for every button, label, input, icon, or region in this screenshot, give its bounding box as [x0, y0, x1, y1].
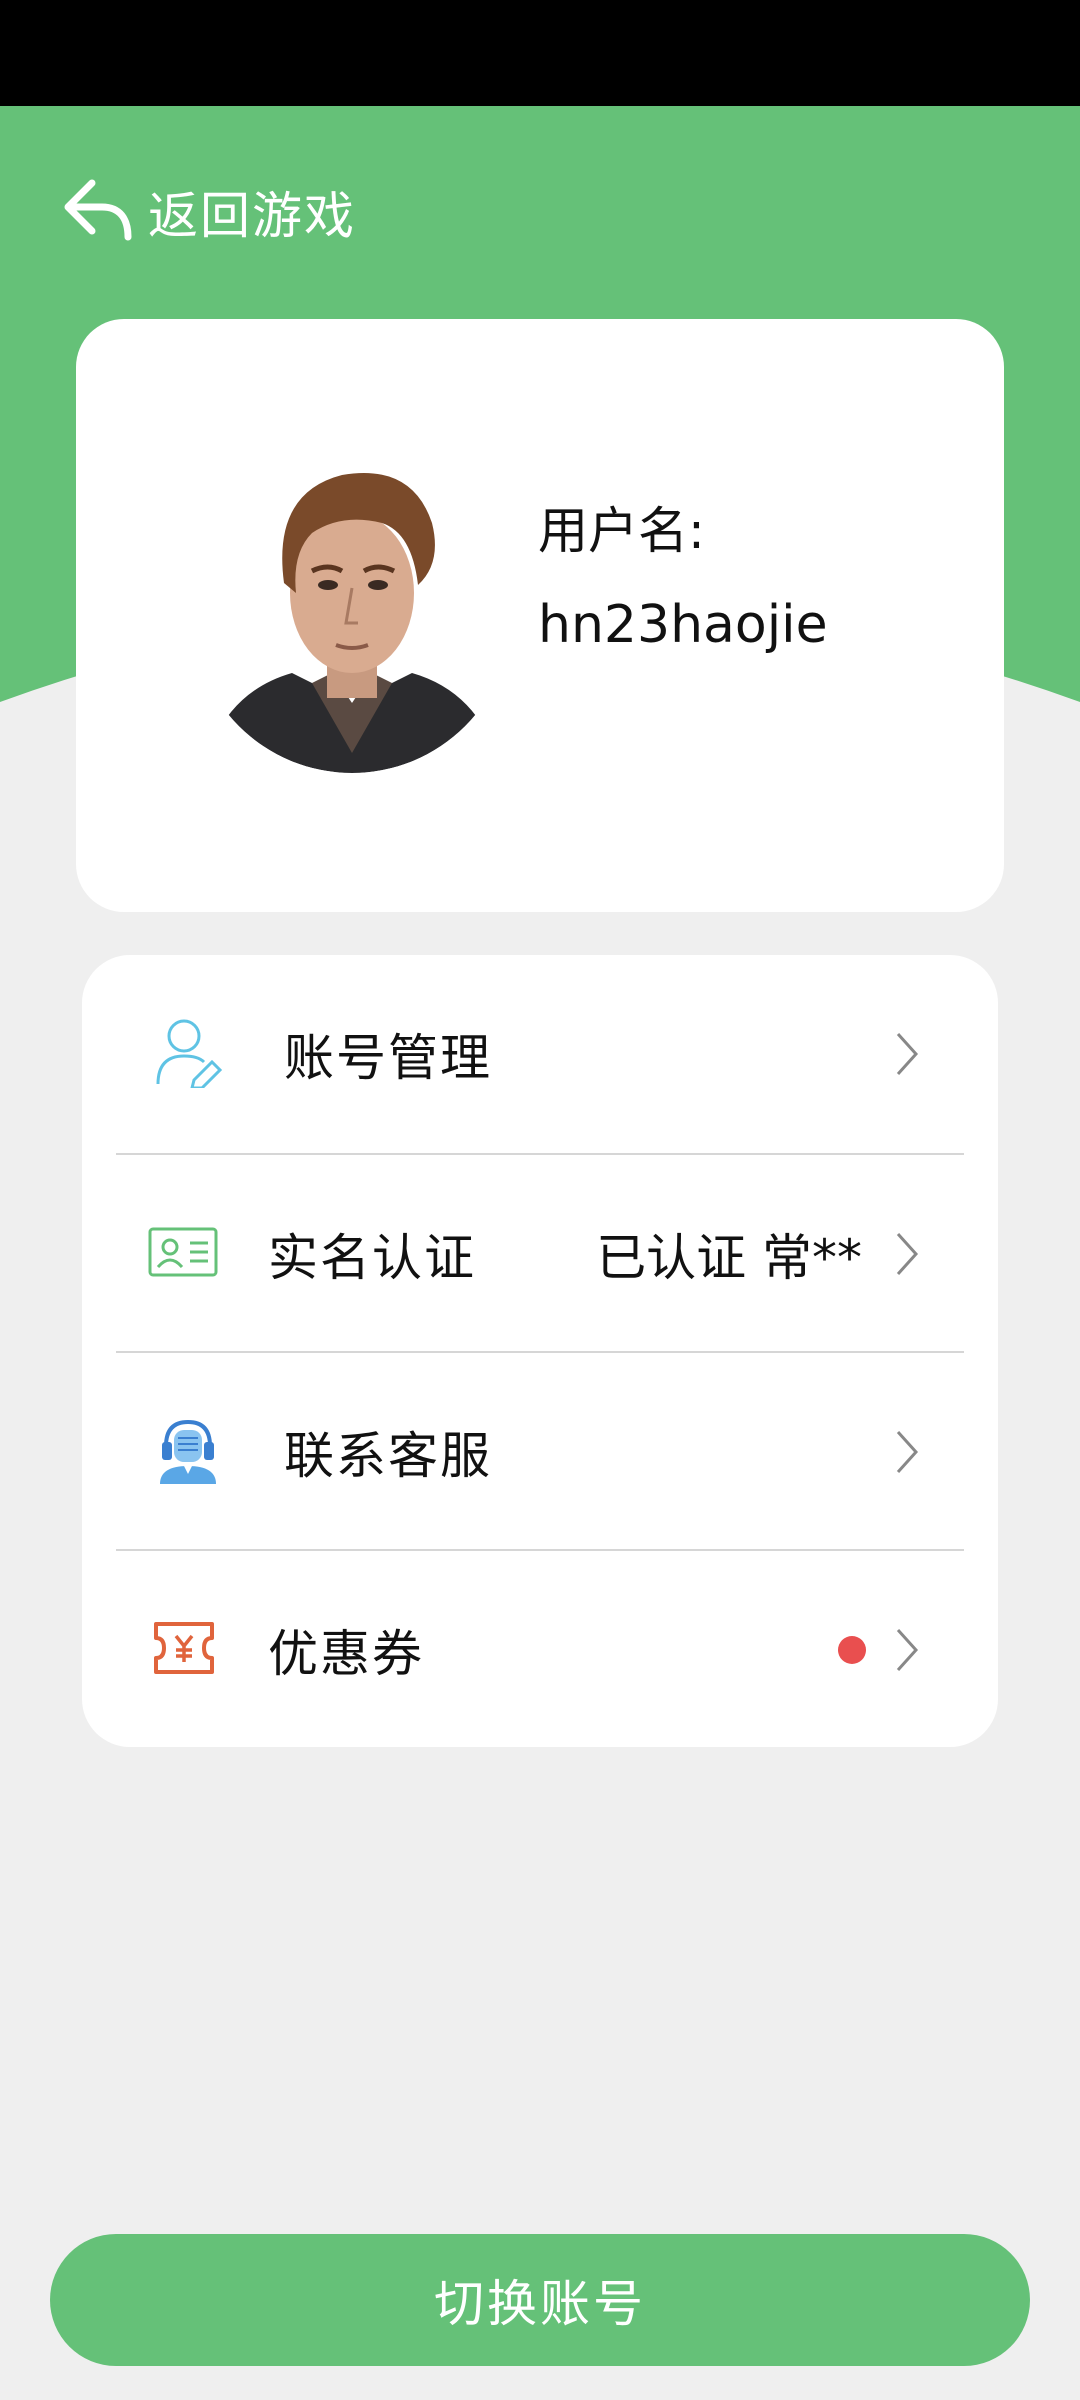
- menu-item-real-name-verification[interactable]: 实名认证 已认证 常**: [82, 1155, 998, 1353]
- back-to-game-label: 返回游戏: [148, 187, 356, 245]
- menu-item-label: 联系客服: [284, 1427, 492, 1485]
- customer-service-icon: [156, 1416, 220, 1488]
- menu-item-customer-service[interactable]: 联系客服: [82, 1353, 998, 1551]
- back-arrow-icon: [62, 177, 134, 247]
- notification-badge: [838, 1636, 866, 1664]
- switch-account-button[interactable]: 切换账号: [50, 2234, 1030, 2366]
- verification-status: 已认证 常**: [596, 1229, 862, 1287]
- menu-item-label: 优惠券: [268, 1625, 424, 1683]
- menu-item-label: 实名认证: [268, 1229, 476, 1287]
- menu-item-coupons[interactable]: 优惠券: [82, 1551, 998, 1747]
- chevron-right-icon: [894, 1428, 920, 1476]
- avatar[interactable]: [192, 453, 512, 773]
- status-bar: [0, 0, 1080, 106]
- id-card-icon: [148, 1227, 218, 1281]
- username-label: 用户名:: [538, 502, 705, 560]
- coupon-icon: [152, 1620, 216, 1680]
- menu-item-account-management[interactable]: 账号管理: [82, 955, 998, 1153]
- username-value: hn23haojie: [538, 595, 828, 655]
- menu-card: 账号管理 实名认证 已认证 常** 联系客服 优惠券: [82, 955, 998, 1747]
- chevron-right-icon: [894, 1626, 920, 1674]
- chevron-right-icon: [894, 1030, 920, 1078]
- chevron-right-icon: [894, 1230, 920, 1278]
- profile-card: 用户名: hn23haojie: [76, 319, 1004, 912]
- user-edit-icon: [154, 1016, 224, 1092]
- back-to-game-button[interactable]: 返回游戏: [62, 172, 356, 252]
- menu-item-label: 账号管理: [284, 1029, 492, 1087]
